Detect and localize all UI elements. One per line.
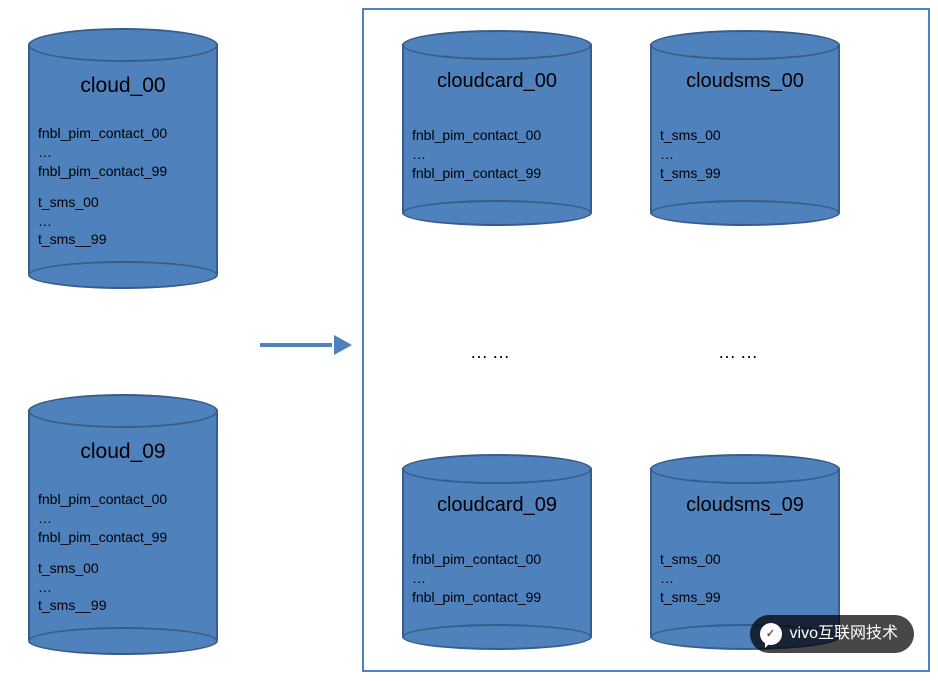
ellipsis: …… (718, 342, 762, 363)
table-line: t_sms_00 (660, 550, 834, 569)
db-tables: fnbl_pim_contact_00 … fnbl_pim_contact_9… (38, 490, 212, 615)
table-line: t_sms__99 (38, 596, 212, 615)
table-line: … (660, 145, 834, 164)
table-line: fnbl_pim_contact_00 (38, 124, 212, 143)
db-cloudsms-00: cloudsms_00 t_sms_00 … t_sms_99 (650, 30, 840, 225)
db-title: cloud_00 (28, 74, 218, 98)
db-title: cloudcard_09 (402, 494, 592, 517)
table-line: t_sms_00 (38, 193, 212, 212)
table-line: t_sms_99 (660, 588, 834, 607)
table-line: fnbl_pim_contact_99 (412, 164, 586, 183)
table-line: … (38, 212, 212, 231)
table-line: fnbl_pim_contact_00 (412, 126, 586, 145)
db-cloud-00: cloud_00 fnbl_pim_contact_00 … fnbl_pim_… (28, 28, 218, 288)
table-line: … (660, 569, 834, 588)
watermark-pill: ✓ vivo互联网技术 (750, 615, 914, 653)
diagram-stage: cloud_00 fnbl_pim_contact_00 … fnbl_pim_… (0, 0, 938, 681)
table-line: fnbl_pim_contact_00 (38, 490, 212, 509)
table-line: t_sms_99 (660, 164, 834, 183)
db-tables: fnbl_pim_contact_00 … fnbl_pim_contact_9… (412, 550, 586, 607)
db-title: cloudsms_00 (650, 70, 840, 93)
table-line: … (38, 143, 212, 162)
table-line: t_sms_00 (38, 559, 212, 578)
db-title: cloudcard_00 (402, 70, 592, 93)
db-tables: fnbl_pim_contact_00 … fnbl_pim_contact_9… (38, 124, 212, 249)
db-title: cloud_09 (28, 440, 218, 464)
table-line: … (38, 578, 212, 597)
db-cloudcard-09: cloudcard_09 fnbl_pim_contact_00 … fnbl_… (402, 454, 592, 649)
db-cloud-09: cloud_09 fnbl_pim_contact_00 … fnbl_pim_… (28, 394, 218, 654)
table-line: t_sms__99 (38, 230, 212, 249)
db-tables: fnbl_pim_contact_00 … fnbl_pim_contact_9… (412, 126, 586, 183)
table-line: fnbl_pim_contact_00 (412, 550, 586, 569)
db-tables: t_sms_00 … t_sms_99 (660, 126, 834, 183)
wechat-icon: ✓ (760, 623, 782, 645)
table-line: t_sms_00 (660, 126, 834, 145)
table-line: … (38, 509, 212, 528)
table-line: … (412, 145, 586, 164)
ellipsis: …… (470, 342, 514, 363)
table-line: fnbl_pim_contact_99 (38, 528, 212, 547)
db-title: cloudsms_09 (650, 494, 840, 517)
watermark-text: vivo互联网技术 (790, 626, 898, 642)
db-tables: t_sms_00 … t_sms_99 (660, 550, 834, 607)
table-line: … (412, 569, 586, 588)
db-cloudcard-00: cloudcard_00 fnbl_pim_contact_00 … fnbl_… (402, 30, 592, 225)
table-line: fnbl_pim_contact_99 (38, 162, 212, 181)
table-line: fnbl_pim_contact_99 (412, 588, 586, 607)
